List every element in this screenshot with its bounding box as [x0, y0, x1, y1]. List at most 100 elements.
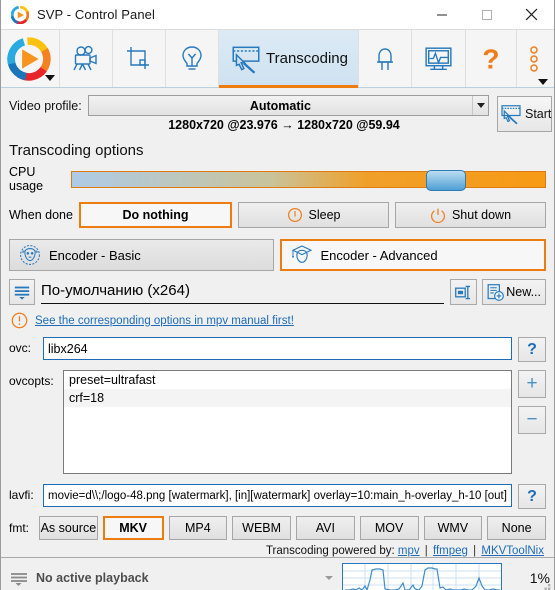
start-button[interactable]: Start	[497, 95, 553, 132]
sleep-icon	[287, 208, 302, 222]
minimize-button[interactable]	[419, 0, 464, 30]
transcoding-options-title: Transcoding options	[9, 142, 144, 159]
cpu-usage-slider-handle[interactable]	[425, 169, 466, 191]
ovc-label: ovc:	[9, 341, 32, 355]
video-profile-select[interactable]: Automatic	[87, 95, 489, 116]
toolbar-item-more[interactable]	[517, 30, 551, 87]
filmstrip-cursor-icon	[232, 46, 260, 74]
ovcopts-row: ovcopts: preset=ultrafast crf=18 + −	[1, 362, 554, 474]
led-icon	[377, 47, 393, 70]
sheep-icon	[20, 245, 40, 265]
mpv-manual-link[interactable]: See the corresponding options in mpv man…	[35, 315, 294, 327]
playback-menu-button[interactable]	[9, 569, 29, 587]
maximize-button[interactable]	[464, 0, 509, 30]
warning-circle-icon	[11, 312, 28, 329]
new-profile-label: New...	[506, 285, 541, 299]
movie-camera-icon	[73, 45, 97, 70]
profile-row: По-умолчанию (x264) New...	[1, 271, 554, 305]
close-button[interactable]	[509, 0, 554, 30]
crop-icon	[127, 46, 149, 69]
toolbar-item-monitor[interactable]	[412, 30, 466, 87]
ovc-help-button[interactable]: ?	[518, 337, 546, 362]
separator: |	[473, 545, 477, 557]
when-done-option-label: Do nothing	[122, 208, 189, 222]
powered-by-row: Transcoding powered by: mpv | ffmpeg | M…	[1, 540, 554, 557]
when-done-do-nothing-button[interactable]: Do nothing	[79, 202, 232, 228]
svp-logo-icon	[11, 5, 29, 24]
video-profile-value: Automatic	[249, 98, 311, 113]
tab-encoder-basic[interactable]: Encoder - Basic	[9, 239, 274, 271]
format-option-as-source[interactable]: As source	[39, 516, 98, 540]
cpu-usage-label: CPU usage	[9, 165, 44, 193]
transcoding-panel: Video profile: Automatic 1280x720 @23.97…	[1, 88, 554, 557]
ovcopts-list[interactable]: preset=ultrafast crf=18	[63, 370, 512, 474]
profile-rename-button[interactable]	[450, 279, 478, 305]
profile-name[interactable]: По-умолчанию (x264)	[41, 280, 445, 304]
cpu-graph[interactable]	[342, 562, 502, 590]
video-profile-label: Video profile:	[9, 98, 82, 113]
when-done-row: When done Do nothing Sleep Shut down	[1, 193, 554, 228]
toolbar-item-label: Transcoding	[266, 50, 348, 67]
format-option-none[interactable]: None	[487, 516, 546, 540]
toolbar-item-led[interactable]	[359, 30, 412, 87]
new-profile-button[interactable]: New...	[482, 279, 546, 305]
format-option-avi[interactable]: AVI	[296, 516, 355, 540]
encoder-tabs: Encoder - Basic Encoder - Advanced	[1, 228, 554, 271]
tab-label: Encoder - Basic	[49, 247, 141, 263]
link-mpv[interactable]: mpv	[398, 545, 420, 557]
toolbar-item-svp-logo[interactable]	[1, 30, 60, 87]
svp-logo-icon	[7, 36, 51, 81]
chevron-down-icon[interactable]	[472, 96, 488, 115]
format-option-webm[interactable]: WEBM	[232, 516, 291, 540]
rename-icon	[455, 285, 471, 299]
title-bar: SVP - Control Panel	[1, 0, 554, 30]
format-option-wmv[interactable]: WMV	[423, 516, 483, 540]
add-option-button[interactable]: +	[518, 370, 546, 398]
when-done-option-label: Sleep	[308, 208, 341, 222]
profile-menu-button[interactable]	[9, 279, 35, 305]
list-item[interactable]: preset=ultrafast	[64, 371, 511, 389]
ovc-input[interactable]: libx264	[43, 337, 512, 360]
minimize-icon	[436, 14, 447, 15]
lavfi-input[interactable]: movie=d\\;/logo-48.png [watermark], [in]…	[43, 484, 512, 507]
tab-label: Encoder - Advanced	[320, 247, 438, 263]
when-done-option-label: Shut down	[451, 208, 512, 222]
resize-grip-icon[interactable]	[541, 584, 552, 590]
toolbar-item-crop[interactable]	[113, 30, 166, 87]
chevron-down-icon	[538, 79, 548, 85]
cpu-usage-slider[interactable]	[71, 169, 546, 191]
toolbar-item-help[interactable]: ?	[466, 30, 517, 87]
tab-encoder-advanced[interactable]: Encoder - Advanced	[279, 239, 546, 271]
monitor-pulse-icon	[425, 47, 452, 71]
close-icon	[525, 8, 538, 21]
maximize-icon	[481, 9, 492, 20]
when-done-shutdown-button[interactable]: Shut down	[395, 202, 546, 228]
chevron-down-icon[interactable]	[324, 571, 334, 585]
link-mkvtoolnix[interactable]: MKVToolNix	[481, 545, 544, 557]
window-controls	[419, 0, 554, 30]
hamburger-icon	[14, 286, 30, 300]
link-ffmpeg[interactable]: ffmpeg	[433, 545, 468, 557]
toolbar-item-transcoding[interactable]: Transcoding	[219, 30, 359, 88]
hamburger-icon	[11, 572, 27, 586]
when-done-label: When done	[9, 208, 73, 222]
lavfi-help-button[interactable]: ?	[518, 484, 546, 509]
when-done-sleep-button[interactable]: Sleep	[238, 202, 389, 228]
main-toolbar: Transcoding ?	[1, 30, 554, 88]
list-item[interactable]: crf=18	[64, 389, 511, 407]
lavfi-row: lavfi: movie=d\\;/logo-48.png [watermark…	[1, 474, 554, 509]
lavfi-label: lavfi:	[9, 488, 34, 502]
cpu-usage-row: CPU usage	[1, 165, 554, 193]
format-option-mkv[interactable]: MKV	[102, 516, 164, 540]
new-profile-icon	[487, 283, 505, 301]
toolbar-item-movie[interactable]	[60, 30, 113, 87]
power-icon	[430, 208, 445, 223]
ovcopts-label: ovcopts:	[9, 374, 54, 388]
remove-option-button[interactable]: −	[518, 406, 546, 434]
format-option-mp4[interactable]: MP4	[168, 516, 228, 540]
format-option-mov[interactable]: MOV	[359, 516, 419, 540]
playback-status-text: No active playback	[36, 570, 149, 585]
window-title: SVP - Control Panel	[37, 7, 155, 22]
toolbar-item-lightbulb[interactable]	[166, 30, 219, 87]
svp-control-panel-window: SVP - Control Panel Transcoding ? Video …	[0, 0, 555, 590]
